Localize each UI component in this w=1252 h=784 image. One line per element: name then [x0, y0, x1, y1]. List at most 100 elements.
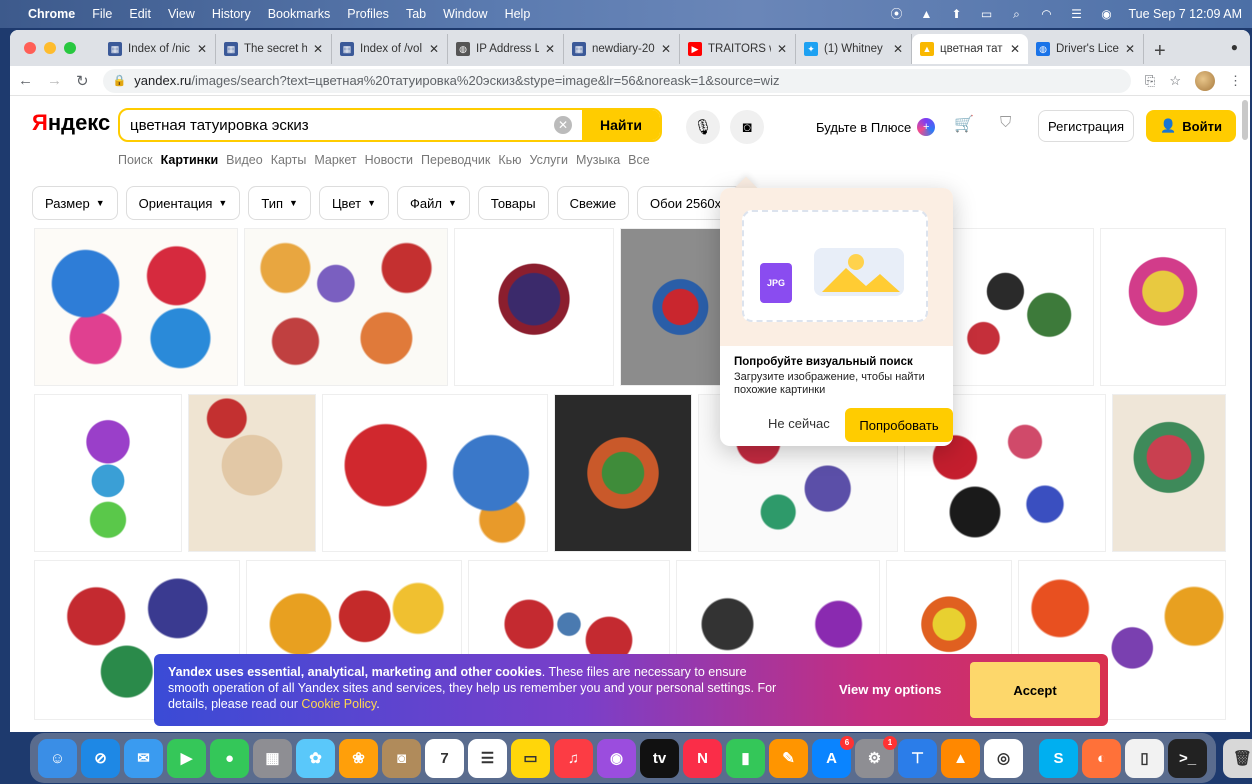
cart-icon[interactable]: 🛒 [954, 114, 974, 134]
service-link[interactable]: Переводчик [421, 153, 490, 167]
image-result[interactable] [620, 228, 730, 386]
close-tab-icon[interactable]: ✕ [777, 42, 787, 56]
image-result[interactable] [946, 228, 1094, 386]
tab-0[interactable]: ▦ Index of /nic ✕ [100, 34, 216, 64]
view-options-button[interactable]: View my options [839, 682, 941, 697]
vlc-status-icon[interactable]: ▲ [918, 8, 934, 20]
menu-history[interactable]: History [212, 7, 251, 21]
messages-icon[interactable]: ● [210, 738, 249, 778]
tab-5[interactable]: ▶ TRAITORS w ✕ [680, 34, 796, 64]
notes-icon[interactable]: ▭ [511, 738, 550, 778]
menu-file[interactable]: File [92, 7, 112, 21]
filter-chip[interactable]: Тип ▼ [248, 186, 311, 220]
service-link[interactable]: Поиск [118, 153, 153, 167]
photos-app-icon[interactable]: ✿ [296, 738, 335, 778]
close-tab-icon[interactable]: ✕ [893, 42, 903, 56]
tab-1[interactable]: ▦ The secret h ✕ [216, 34, 332, 64]
clear-search-icon[interactable]: ✕ [554, 116, 573, 134]
tv-icon[interactable]: tv [640, 738, 679, 778]
tab-2[interactable]: ▦ Index of /vol ✕ [332, 34, 448, 64]
login-button[interactable]: 👤 Войти [1146, 110, 1236, 142]
news-icon[interactable]: N [683, 738, 722, 778]
menu-app-name[interactable]: Chrome [28, 7, 75, 21]
minimize-window-icon[interactable] [44, 42, 56, 54]
file-icon[interactable]: ▯ [1125, 738, 1164, 778]
image-result[interactable] [554, 394, 692, 552]
image-result[interactable] [34, 228, 238, 386]
page-scrollbar[interactable] [1242, 100, 1248, 140]
try-button[interactable]: Попробовать [845, 408, 953, 442]
safari-icon[interactable]: ⊘ [81, 738, 120, 778]
accept-cookies-button[interactable]: Accept [970, 662, 1100, 718]
skype-icon[interactable]: S [1039, 738, 1078, 778]
launchpad-icon[interactable]: ▦ [253, 738, 292, 778]
image-result[interactable] [1112, 394, 1226, 552]
back-icon[interactable]: ← [18, 72, 33, 89]
lock-icon[interactable]: 🔒 [113, 74, 127, 87]
facetime-icon[interactable]: ▶ [167, 738, 206, 778]
address-bar[interactable]: 🔒 yandex.ru/images/search?text=цветная%2… [102, 68, 1131, 93]
podcasts-icon[interactable]: ◉ [597, 738, 636, 778]
battery-icon[interactable]: ▭ [978, 8, 994, 20]
image-result[interactable] [244, 228, 448, 386]
vlc-icon[interactable]: ▲ [941, 738, 980, 778]
new-tab-button[interactable]: + [1144, 36, 1176, 66]
close-tab-icon[interactable]: ✕ [545, 42, 555, 56]
service-link[interactable]: Услуги [529, 153, 567, 167]
search-button[interactable]: Найти [582, 110, 660, 140]
service-link[interactable]: Новости [365, 153, 413, 167]
not-now-button[interactable]: Не сейчас [768, 416, 830, 431]
record-icon[interactable]: ⦿ [888, 8, 904, 20]
tab-search-icon[interactable]: ● [1231, 40, 1238, 54]
firefox-icon[interactable]: ◐ [1082, 738, 1121, 778]
menu-datetime[interactable]: Tue Sep 7 12:09 AM [1128, 7, 1242, 21]
photos-icon[interactable]: ❀ [339, 738, 378, 778]
menu-help[interactable]: Help [505, 7, 531, 21]
mail-icon[interactable]: ✉ [124, 738, 163, 778]
camera-search-icon[interactable]: ◙ [730, 110, 764, 144]
contacts-icon[interactable]: ◙ [382, 738, 421, 778]
chrome-menu-icon[interactable]: ⋮ [1229, 73, 1242, 89]
reload-icon[interactable]: ↻ [76, 72, 89, 90]
service-link[interactable]: Кью [498, 153, 521, 167]
music-icon[interactable]: ♫ [554, 738, 593, 778]
filter-chip[interactable]: Размер ▼ [32, 186, 118, 220]
service-link[interactable]: Картинки [161, 153, 219, 167]
close-tab-icon[interactable]: ✕ [197, 42, 207, 56]
app-store-icon[interactable]: A6 [812, 735, 854, 778]
profile-avatar[interactable] [1195, 70, 1215, 91]
image-result[interactable] [34, 394, 182, 552]
control-center-icon[interactable]: ☰ [1068, 8, 1084, 20]
plus-promo[interactable]: Будьте в Плюсе + [816, 118, 936, 136]
service-link[interactable]: Карты [271, 153, 307, 167]
zoom-window-icon[interactable] [64, 42, 76, 54]
trash-icon[interactable]: 🗑 [1223, 738, 1252, 778]
tab-4[interactable]: ▦ newdiary-20 ✕ [564, 34, 680, 64]
search-spotlight-icon[interactable]: ⌕ [1008, 8, 1024, 20]
menu-window[interactable]: Window [443, 7, 487, 21]
close-window-icon[interactable] [24, 42, 36, 54]
pages-icon[interactable]: ✎ [769, 738, 808, 778]
keynote-icon[interactable]: ⊤ [898, 738, 937, 778]
image-result[interactable] [454, 228, 614, 386]
tab-7[interactable]: ▲ цветная тат ✕ [912, 34, 1028, 64]
tab-8[interactable]: ◍ Driver's Lice ✕ [1028, 34, 1144, 64]
filter-chip[interactable]: Цвет ▼ [318, 186, 389, 220]
filter-chip[interactable]: Файл ▼ [397, 186, 470, 220]
siri-icon[interactable]: ◉ [1098, 8, 1114, 20]
close-tab-icon[interactable]: ✕ [1125, 42, 1135, 56]
filter-chip[interactable]: Товары [477, 186, 549, 220]
forward-icon[interactable]: → [47, 72, 62, 89]
system-prefs-icon[interactable]: ⚙ 1 [855, 735, 897, 778]
filter-chip[interactable]: Ориентация ▼ [125, 186, 241, 220]
search-input[interactable]: цветная татуировка эскиз [120, 117, 554, 134]
service-link[interactable]: Все [628, 153, 650, 167]
service-link[interactable]: Видео [226, 153, 263, 167]
close-tab-icon[interactable]: ✕ [429, 42, 439, 56]
service-link[interactable]: Маркет [314, 153, 356, 167]
finder-icon[interactable]: ☺ [38, 738, 77, 778]
terminal-icon[interactable]: >_ [1168, 738, 1207, 778]
menu-profiles[interactable]: Profiles [347, 7, 389, 21]
bookmark-star-icon[interactable]: ☆ [1169, 73, 1181, 89]
close-tab-icon[interactable]: ✕ [661, 42, 671, 56]
